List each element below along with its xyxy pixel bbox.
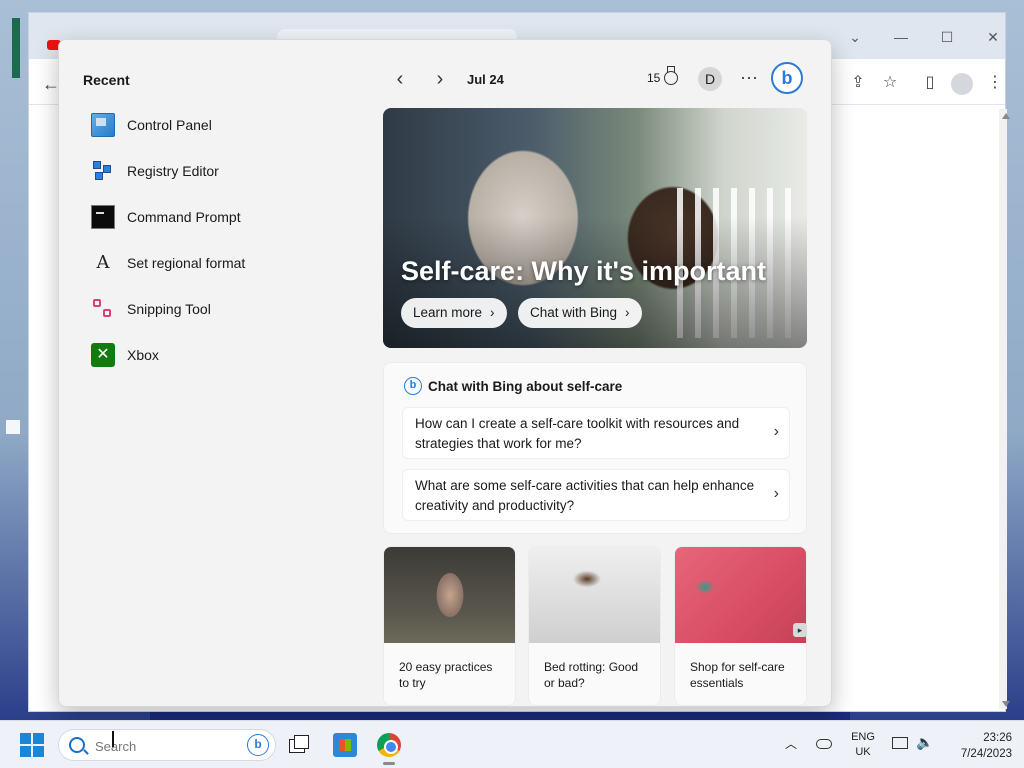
- close-icon[interactable]: ✕: [983, 27, 1003, 47]
- recent-item-label: Command Prompt: [127, 209, 241, 225]
- language-code: ENG: [851, 731, 875, 743]
- bing-icon: b: [404, 377, 422, 395]
- show-hidden-icons-chevron-icon[interactable]: ︿: [785, 735, 797, 752]
- story-card[interactable]: 20 easy practices to try: [383, 546, 516, 706]
- chevron-right-icon[interactable]: ›: [427, 66, 453, 92]
- command-prompt-icon: [91, 205, 115, 229]
- keyboard-layout: UK: [855, 746, 871, 758]
- running-app-indicator: [383, 762, 395, 765]
- control-panel-icon: [91, 113, 115, 137]
- bookmark-star-icon[interactable]: ☆: [878, 71, 902, 95]
- recent-list: Control Panel Registry Editor Command Pr…: [91, 102, 351, 378]
- story-title: 20 easy practices to try: [399, 660, 493, 690]
- task-view-icon[interactable]: [287, 733, 311, 757]
- xbox-icon: ✕: [91, 343, 115, 367]
- story-image: [384, 547, 515, 643]
- chevron-left-icon[interactable]: ‹: [387, 66, 413, 92]
- chrome-icon[interactable]: [377, 733, 401, 757]
- onedrive-icon[interactable]: [816, 739, 832, 749]
- chevron-right-icon: ›: [773, 485, 779, 502]
- recent-item-label: Control Panel: [127, 117, 212, 133]
- chat-with-bing-button[interactable]: Chat with Bing ›: [518, 298, 642, 328]
- network-icon[interactable]: [892, 737, 908, 749]
- text-cursor: [112, 731, 114, 747]
- chat-suggestion[interactable]: How can I create a self-care toolkit wit…: [402, 407, 790, 459]
- page-scrollbar[interactable]: [999, 109, 1007, 709]
- suggestion-text: How can I create a self-care toolkit wit…: [415, 416, 740, 451]
- bing-logo-button[interactable]: b: [771, 62, 803, 94]
- story-image: [675, 547, 806, 643]
- recent-item-registry-editor[interactable]: Registry Editor: [91, 148, 351, 194]
- bing-icon[interactable]: b: [247, 734, 269, 756]
- recent-item-control-panel[interactable]: Control Panel: [91, 102, 351, 148]
- recent-item-snipping-tool[interactable]: Snipping Tool: [91, 286, 351, 332]
- registry-editor-icon: [91, 159, 115, 183]
- story-title: Shop for self-care essentials: [690, 660, 785, 690]
- story-image: [529, 547, 660, 643]
- chat-suggestion[interactable]: What are some self-care activities that …: [402, 469, 790, 521]
- start-button[interactable]: [20, 733, 44, 757]
- widgets-panel: Recent Control Panel Registry Editor Com…: [58, 39, 832, 707]
- tab-search-chevron-icon[interactable]: ⌄: [845, 27, 865, 47]
- chat-with-bing-label: Chat with Bing: [530, 305, 618, 320]
- streak-count: 15: [647, 71, 661, 85]
- date-label: Jul 24: [467, 72, 504, 87]
- taskbar: b ︿ ENG UK 🔈 23:26 7/24/2023: [0, 720, 1024, 768]
- chevron-right-icon: ›: [625, 305, 630, 320]
- snipping-tool-icon: [91, 297, 115, 321]
- taskbar-search[interactable]: b: [58, 729, 276, 761]
- learn-more-button[interactable]: Learn more ›: [401, 298, 507, 328]
- user-avatar[interactable]: D: [698, 67, 722, 91]
- more-dots-icon[interactable]: ···: [737, 67, 761, 91]
- clock-time: 23:26: [983, 732, 1012, 744]
- recent-heading: Recent: [83, 72, 130, 88]
- chat-card-header: b Chat with Bing about self-care: [404, 377, 622, 395]
- profile-avatar[interactable]: [951, 73, 973, 95]
- chevron-right-icon: ›: [490, 305, 495, 320]
- hero-title: Self-care: Why it's important: [401, 256, 766, 286]
- chat-card-title: Chat with Bing about self-care: [428, 378, 623, 394]
- recent-item-label: Snipping Tool: [127, 301, 211, 317]
- desktop-app-strip: [12, 18, 20, 78]
- rewards-streak[interactable]: 15: [647, 66, 679, 85]
- recent-item-set-regional-format[interactable]: A Set regional format: [91, 240, 351, 286]
- regional-format-icon: A: [96, 252, 110, 273]
- volume-icon[interactable]: 🔈: [916, 734, 933, 751]
- browser-menu-icon[interactable]: ⋮: [983, 71, 1007, 95]
- side-panel-icon[interactable]: ▯: [918, 71, 942, 95]
- maximize-icon[interactable]: ☐: [937, 27, 957, 47]
- story-card[interactable]: Bed rotting: Good or bad?: [528, 546, 661, 706]
- story-card[interactable]: Shop for self-care essentials: [674, 546, 807, 706]
- recent-item-label: Registry Editor: [127, 163, 219, 179]
- search-input[interactable]: [93, 736, 243, 756]
- minimize-icon[interactable]: —: [891, 27, 911, 47]
- learn-more-label: Learn more: [413, 305, 483, 320]
- clock-date: 7/24/2023: [960, 748, 1012, 760]
- chevron-right-icon: ›: [773, 423, 779, 440]
- recent-item-label: Set regional format: [127, 255, 246, 271]
- recent-item-label: Xbox: [127, 347, 159, 363]
- recent-item-xbox[interactable]: ✕ Xbox: [91, 332, 351, 378]
- search-icon: [69, 737, 85, 753]
- hero-card[interactable]: Self-care: Why it's important Learn more…: [383, 108, 807, 348]
- language-indicator[interactable]: ENG UK: [848, 730, 878, 760]
- suggestion-text: What are some self-care activities that …: [415, 478, 755, 513]
- share-icon[interactable]: ⇪: [846, 71, 870, 95]
- scroll-down-icon[interactable]: [1002, 701, 1010, 707]
- medal-icon: [664, 66, 679, 85]
- desktop-icon[interactable]: [6, 420, 20, 434]
- microsoft-store-icon[interactable]: [333, 733, 357, 757]
- story-title: Bed rotting: Good or bad?: [544, 660, 639, 690]
- system-clock[interactable]: 23:26 7/24/2023: [942, 730, 1012, 762]
- bing-chat-card: b Chat with Bing about self-care How can…: [383, 362, 807, 534]
- recent-item-command-prompt[interactable]: Command Prompt: [91, 194, 351, 240]
- carousel-next-icon[interactable]: ▸: [793, 623, 807, 637]
- scroll-up-icon[interactable]: [1002, 113, 1010, 119]
